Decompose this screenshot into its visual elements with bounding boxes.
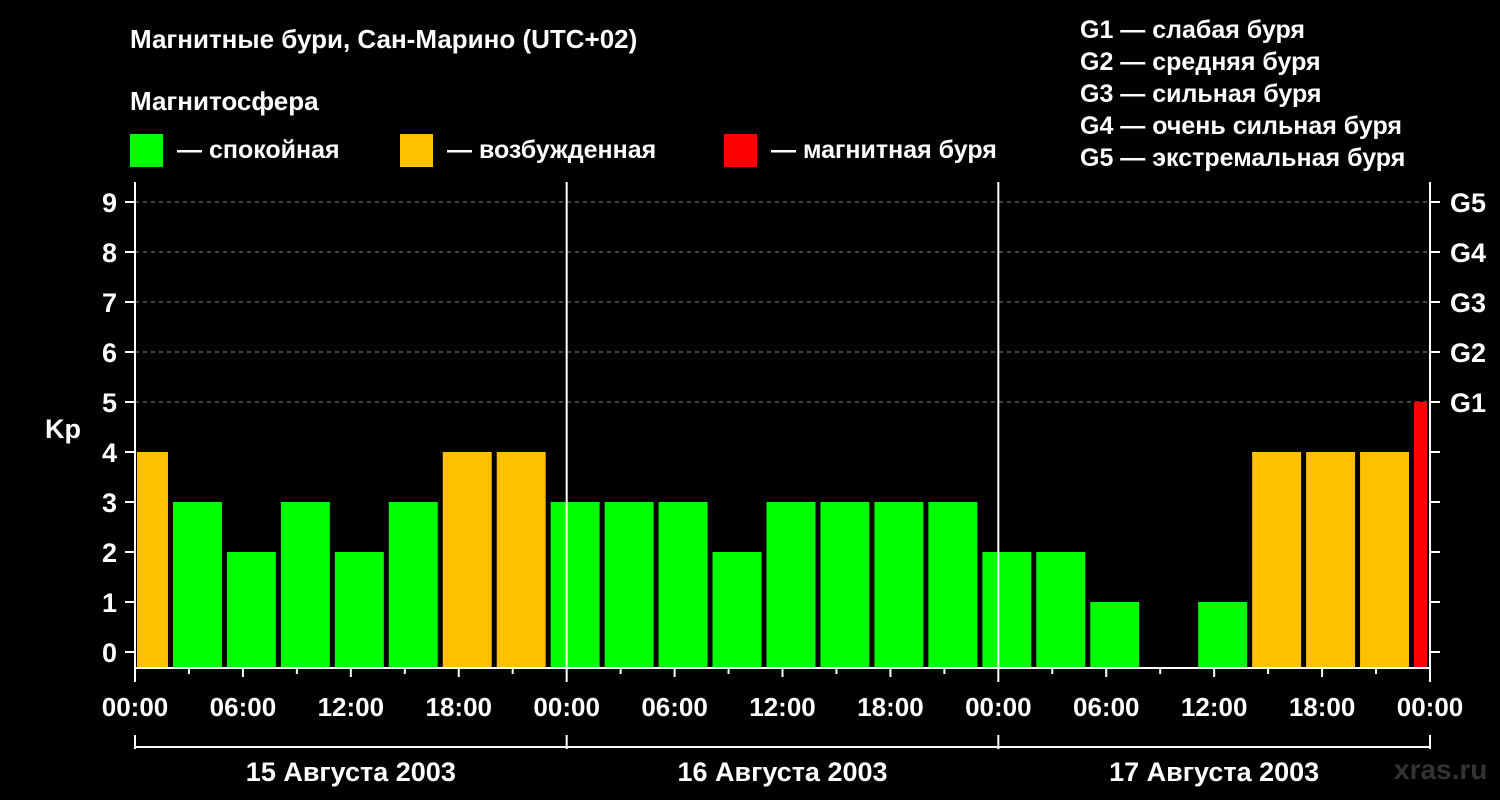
kp-bar xyxy=(334,552,384,668)
kp-bar xyxy=(1198,602,1248,668)
x-tick-label: 12:00 xyxy=(318,692,385,722)
kp-bar xyxy=(712,552,762,668)
g-tick-label: G2 xyxy=(1450,338,1486,368)
kp-bar xyxy=(172,502,222,668)
kp-bar xyxy=(137,452,168,668)
g-tick-label: G3 xyxy=(1450,288,1486,318)
y-tick-label: 4 xyxy=(102,438,117,468)
x-tick-label: 12:00 xyxy=(1181,692,1248,722)
y-tick-label: 3 xyxy=(102,488,117,518)
y-tick-label: 7 xyxy=(102,288,117,318)
kp-bar xyxy=(1036,552,1086,668)
kp-bar xyxy=(874,502,924,668)
y-tick-label: 0 xyxy=(102,638,117,668)
kp-bar xyxy=(1360,452,1410,668)
y-tick-label: 9 xyxy=(102,188,117,218)
kp-bar xyxy=(496,452,546,668)
x-tick-label: 06:00 xyxy=(641,692,708,722)
day-label: 16 Августа 2003 xyxy=(677,757,887,787)
kp-bar xyxy=(1306,452,1356,668)
g-tick-label: G1 xyxy=(1450,388,1486,418)
kp-bar xyxy=(658,502,708,668)
g-tick-label: G5 xyxy=(1450,188,1486,218)
kp-bar xyxy=(820,502,870,668)
g-tick-label: G4 xyxy=(1450,238,1486,268)
y-tick-label: 1 xyxy=(102,588,117,618)
y-axis-label: Kp xyxy=(45,414,81,444)
x-tick-label: 00:00 xyxy=(1397,692,1464,722)
day-label: 17 Августа 2003 xyxy=(1109,757,1319,787)
kp-bar xyxy=(226,552,276,668)
kp-bar xyxy=(928,502,978,668)
kp-bar xyxy=(1252,452,1302,668)
y-tick-label: 2 xyxy=(102,538,117,568)
y-tick-label: 5 xyxy=(102,388,117,418)
kp-bar xyxy=(442,452,492,668)
kp-bar xyxy=(1414,402,1427,668)
x-tick-label: 00:00 xyxy=(965,692,1032,722)
kp-bar xyxy=(388,502,438,668)
x-tick-label: 06:00 xyxy=(210,692,277,722)
x-tick-label: 00:00 xyxy=(102,692,169,722)
x-tick-label: 00:00 xyxy=(533,692,600,722)
kp-bar xyxy=(280,502,330,668)
x-tick-label: 18:00 xyxy=(426,692,493,722)
kp-bar xyxy=(550,502,600,668)
kp-bar xyxy=(766,502,816,668)
x-tick-label: 06:00 xyxy=(1073,692,1140,722)
y-tick-label: 8 xyxy=(102,238,117,268)
x-tick-label: 12:00 xyxy=(749,692,816,722)
kp-bar xyxy=(604,502,654,668)
x-tick-label: 18:00 xyxy=(1289,692,1356,722)
kp-bar-chart: 0 1 2 3 4 5 6 7 8 9 G1 G2 G3 G4 G5 Kp 00:00 06:00 12:00 18:… xyxy=(45,182,1486,787)
watermark: xras.ru xyxy=(1394,754,1488,785)
x-tick-label: 18:00 xyxy=(857,692,924,722)
day-label: 15 Августа 2003 xyxy=(246,757,456,787)
kp-bar xyxy=(982,552,1032,668)
y-tick-label: 6 xyxy=(102,338,117,368)
kp-bar xyxy=(1090,602,1140,668)
